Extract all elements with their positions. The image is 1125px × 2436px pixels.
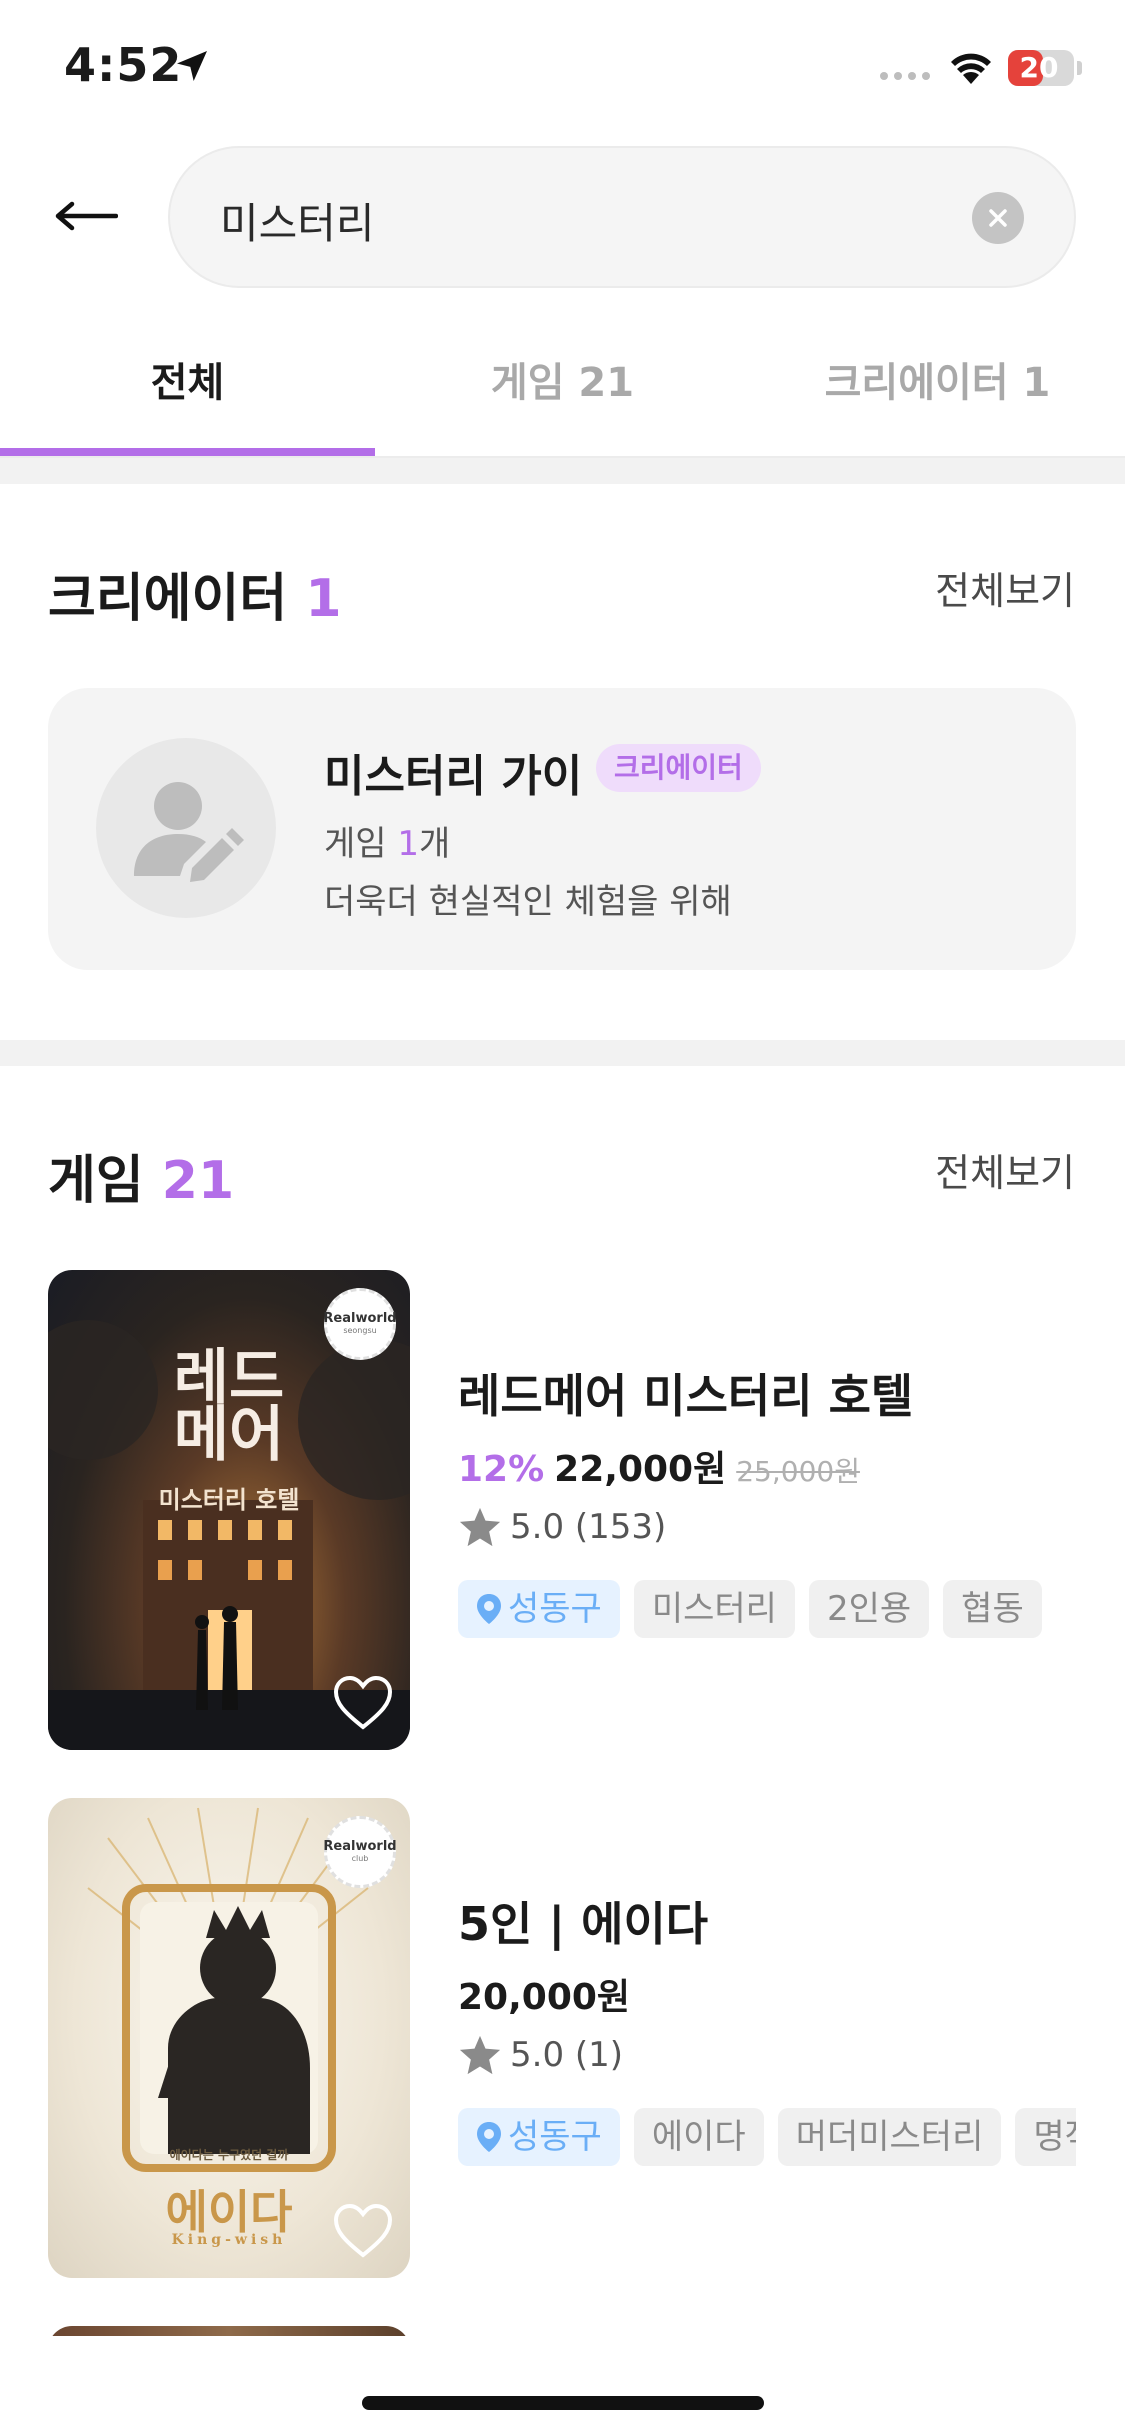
location-arrow-icon <box>177 51 207 81</box>
original-price: 25,000원 <box>736 1455 860 1488</box>
games-see-all-link[interactable]: 전체보기 <box>935 1142 1075 1197</box>
active-tab-indicator <box>0 448 375 456</box>
creator-badge: 크리에이터 <box>596 744 761 792</box>
games-section-title: 게임 21 <box>48 1151 235 1211</box>
tab-games[interactable]: 게임 21 <box>375 330 750 458</box>
map-pin-icon <box>477 1594 501 1624</box>
battery-tip <box>1077 61 1082 75</box>
discount-rate: 12% <box>458 1449 545 1490</box>
battery-percent: 20 <box>1019 51 1059 84</box>
price-row: 12% 22,000원 25,000원 <box>458 1440 860 1492</box>
creator-card[interactable]: 미스터리 가이 크리에이터 게임 1개 더욱더 현실적인 체험을 위해 <box>48 688 1076 970</box>
location-tag[interactable]: 성동구 <box>458 2108 620 2166</box>
genre-tag[interactable]: 머더미스터리 <box>777 2108 1002 2166</box>
wifi-icon <box>951 53 991 84</box>
search-input[interactable]: 미스터리 <box>168 146 1076 288</box>
price-row: 20,000원 <box>458 1968 630 2020</box>
rating-value: 5.0 (153) <box>510 1507 667 1547</box>
sale-price: 20,000원 <box>458 1977 631 2018</box>
creator-description: 더욱더 현실적인 체험을 위해 <box>324 882 732 922</box>
sale-price: 22,000원 <box>554 1449 727 1490</box>
realworld-logo: Realworld club <box>323 1816 397 1888</box>
poster-subtitle: 미스터리 호텔 <box>158 1485 300 1514</box>
user-edit-icon <box>134 782 244 882</box>
status-bar: 4:52 20 <box>0 0 1125 140</box>
section-divider <box>0 1040 1125 1066</box>
mode-tag[interactable]: 협동 <box>943 1580 1042 1638</box>
genre-tag[interactable]: 미스터리 <box>633 1580 795 1638</box>
rating-row: 5.0 (1) <box>458 2034 623 2076</box>
poster-tagline: 에이다는 누구였던 걸까 <box>169 2148 289 2162</box>
search-query[interactable]: 미스터리 <box>220 190 375 251</box>
heart-icon[interactable] <box>332 2202 394 2260</box>
star-icon <box>459 2035 501 2075</box>
tag-list: 성동구 미스터리 2인용 협동 <box>458 1580 1076 1638</box>
theme-tag[interactable]: 에이다 <box>633 2108 764 2166</box>
game-title[interactable]: 레드메어 미스터리 호텔 <box>458 1360 913 1426</box>
game-title[interactable]: 5인 | 에이다 <box>458 1888 708 1954</box>
back-arrow-icon <box>55 201 118 231</box>
home-indicator[interactable] <box>362 2396 764 2410</box>
creator-game-count: 게임 1개 <box>324 824 451 864</box>
extra-tag[interactable]: 명작 <box>1015 2108 1076 2166</box>
clear-search-button[interactable] <box>972 192 1024 244</box>
bottom-safe-area <box>0 2336 1125 2436</box>
creators-see-all-link[interactable]: 전체보기 <box>935 560 1075 615</box>
status-time: 4:52 <box>64 38 183 92</box>
creator-name: 미스터리 가이 <box>324 751 583 802</box>
creators-section-title: 크리에이터 1 <box>48 569 342 629</box>
tab-creators[interactable]: 크리에이터 1 <box>750 330 1125 458</box>
section-divider <box>0 458 1125 484</box>
tag-list: 성동구 에이다 머더미스터리 명작 <box>458 2108 1076 2166</box>
realworld-logo: Realworld seongsu <box>323 1288 397 1360</box>
cellular-signal-icon <box>880 72 930 80</box>
players-tag[interactable]: 2인용 <box>808 1580 930 1638</box>
rating-row: 5.0 (153) <box>458 1506 666 1548</box>
game-thumbnail[interactable]: 레드 메어 미스터리 호텔 Realworld seongsu <box>48 1270 410 1750</box>
location-tag[interactable]: 성동구 <box>458 1580 620 1638</box>
game-thumbnail[interactable]: 에이다는 누구였던 걸까 에이다 King-wish Realworld clu… <box>48 1798 410 2278</box>
result-tabs: 전체 게임 21 크리에이터 1 <box>0 330 1125 458</box>
back-button[interactable] <box>48 178 124 254</box>
star-icon <box>459 1507 501 1547</box>
tab-all[interactable]: 전체 <box>0 330 375 458</box>
rating-value: 5.0 (1) <box>510 2035 624 2075</box>
avatar <box>96 738 276 918</box>
poster-title: 레드 메어 <box>173 1343 285 1470</box>
heart-icon[interactable] <box>332 1674 394 1732</box>
battery-icon: 20 <box>1008 50 1074 86</box>
close-icon <box>989 209 1007 227</box>
map-pin-icon <box>477 2122 501 2152</box>
